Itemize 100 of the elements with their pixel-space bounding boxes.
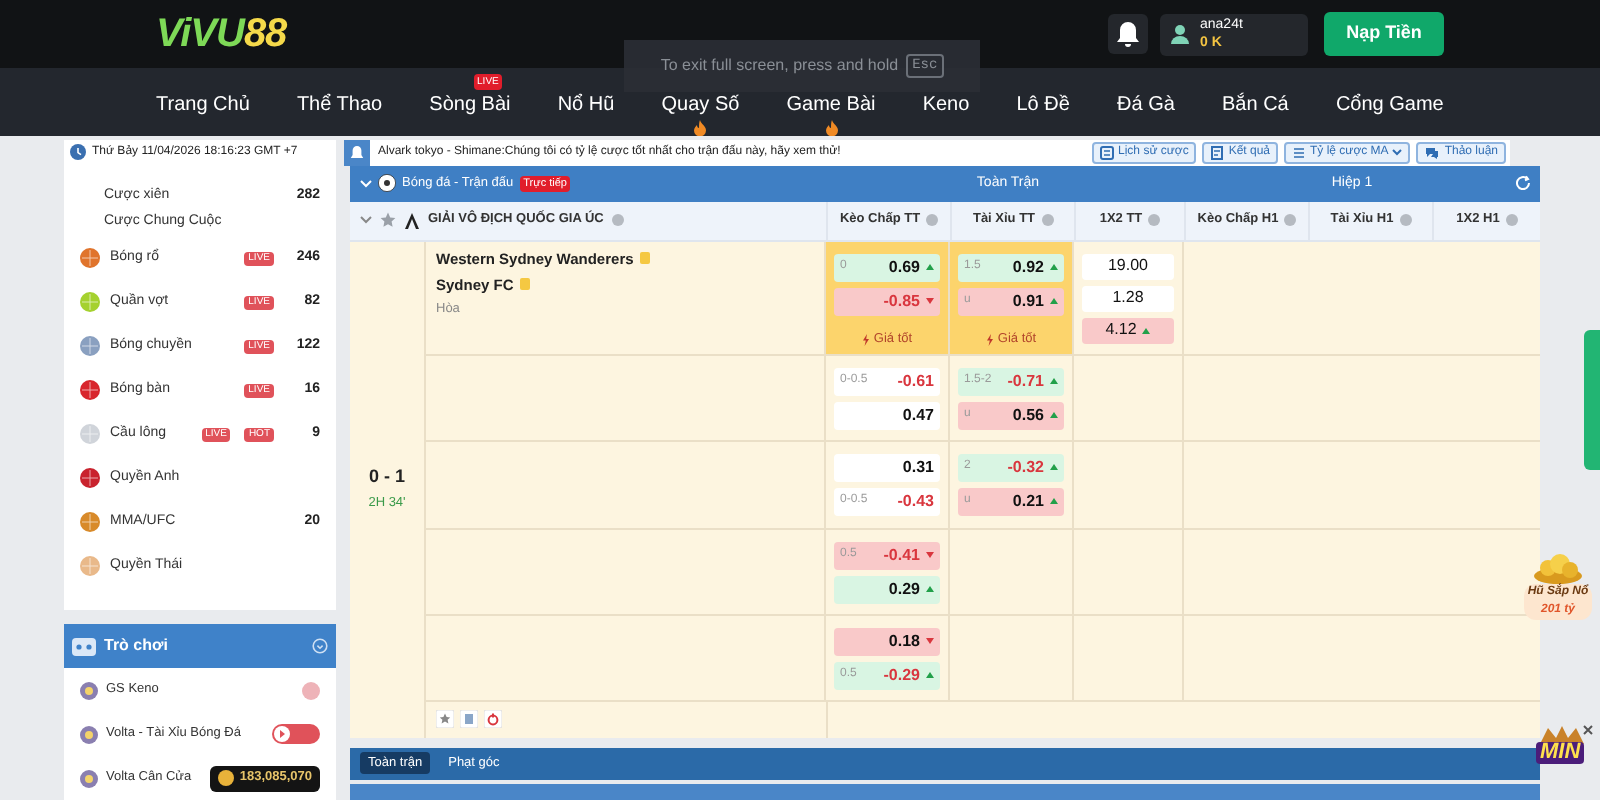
odds-value: 1.28 [1112, 286, 1144, 311]
gamepad-icon [72, 637, 96, 656]
match-score: 0 - 1 [368, 463, 405, 490]
trend-up-icon [1050, 264, 1058, 271]
info-icon [1041, 214, 1054, 227]
odds-value: 0.31 [902, 455, 934, 480]
trend-up-icon [1050, 298, 1058, 305]
coin-icon [217, 770, 234, 786]
odds-value: 0.69 [888, 255, 920, 280]
game-icon [80, 769, 98, 787]
info-icon [1505, 214, 1518, 227]
trend-down-icon [926, 298, 934, 305]
card-icon [639, 252, 650, 265]
nav-item[interactable]: Sòng Bài [429, 94, 511, 118]
game-icon [80, 681, 98, 699]
nav-item[interactable]: Bắn Cá [1222, 94, 1289, 118]
card-icon [519, 278, 530, 291]
odds-cell[interactable]: 0.31 [834, 453, 940, 482]
info-icon [926, 214, 939, 227]
star-icon[interactable] [436, 710, 454, 729]
stats-icon[interactable] [460, 710, 478, 729]
caret-icon [1392, 148, 1403, 156]
play-icon[interactable] [272, 724, 320, 744]
odds-value: 0.91 [1012, 289, 1044, 314]
nav-item[interactable]: Keno [922, 94, 970, 118]
empty-cell [1074, 615, 1184, 702]
odds-cell[interactable]: 1.28 [1082, 285, 1174, 312]
lightning-icon [861, 333, 870, 346]
sport-icon [80, 424, 100, 444]
sport-icon [80, 248, 100, 268]
lightning-icon [985, 333, 994, 346]
odds-value: 0.21 [1012, 489, 1044, 514]
games-title: Trò chơi [104, 634, 170, 659]
odds-cell[interactable]: 4.12 [1082, 317, 1174, 344]
ball-icon [378, 174, 396, 193]
trend-down-icon [926, 638, 934, 645]
odds-cell[interactable]: 0.47 [834, 401, 940, 430]
league-logo-icon [404, 211, 420, 230]
trend-up-icon [1050, 378, 1058, 385]
trend-up-icon [1142, 327, 1151, 334]
trend-up-icon [926, 586, 934, 593]
chevron-icon[interactable] [360, 216, 372, 225]
sport-icon [80, 292, 100, 312]
odds-value: -0.32 [1007, 455, 1044, 480]
odds-value: 0.56 [1012, 403, 1044, 428]
trend-up-icon [1050, 412, 1058, 419]
game-icon [80, 725, 98, 743]
trend-up-icon [1050, 498, 1058, 505]
star-icon[interactable] [380, 212, 396, 229]
odds-value: 0.47 [902, 403, 934, 428]
circle-icon [302, 681, 320, 699]
sport-icon [80, 380, 100, 400]
odds-value: 0.29 [888, 577, 920, 602]
coins-icon [1532, 552, 1584, 584]
odds-value: 4.12 [1105, 318, 1137, 343]
trend-down-icon [926, 552, 934, 559]
sport-icon [80, 468, 100, 488]
info-icon [611, 214, 624, 227]
logo-text: ViVU [156, 14, 244, 54]
odds-value: 19.00 [1107, 254, 1149, 279]
info-icon [1399, 214, 1412, 227]
close-icon[interactable] [1582, 724, 1594, 736]
list-icon [1292, 145, 1307, 159]
odds-value: -0.85 [883, 289, 920, 314]
odds-value: -0.61 [897, 369, 934, 394]
power-icon[interactable] [484, 710, 502, 729]
sport-icon [80, 512, 100, 532]
sport-icon [80, 556, 100, 576]
notice-text: To exit full screen, press and hold [660, 54, 899, 78]
nav-item[interactable]: Game Bài [786, 94, 876, 118]
trend-up-icon [1050, 464, 1058, 471]
nav-item[interactable]: Lô Đề [1016, 94, 1070, 118]
nav-item[interactable]: Quay Số [661, 94, 740, 118]
nav-item[interactable]: Đá Gà [1117, 94, 1175, 118]
odds-value: -0.29 [883, 663, 920, 688]
odds-value: 0.18 [888, 629, 920, 654]
mini-game-widget[interactable]: MIN [1520, 724, 1600, 800]
trend-up-icon [926, 672, 934, 679]
document-icon [1210, 145, 1225, 159]
nav-item[interactable]: Thể Thao [296, 94, 383, 118]
refresh-icon[interactable] [1514, 174, 1532, 193]
crown-icon [1536, 724, 1588, 744]
logo-text: 88 [243, 14, 287, 54]
odds-value: -0.71 [1007, 369, 1044, 394]
odds-value: 0.92 [1012, 255, 1044, 280]
list-icon [1100, 145, 1115, 159]
odds-cell[interactable]: 0.29 [834, 575, 940, 604]
odds-value: -0.43 [897, 489, 934, 514]
trend-up-icon [926, 264, 934, 271]
nav-item[interactable]: Trang Chủ [156, 94, 250, 118]
chat-icon [1424, 145, 1441, 159]
mini-game-text: MIN [1536, 742, 1585, 764]
nav-item[interactable]: Cổng Game [1335, 94, 1444, 118]
odds-cell[interactable]: 19.00 [1082, 253, 1174, 280]
bell-icon[interactable] [1108, 14, 1148, 54]
odds-value: -0.41 [883, 543, 920, 568]
info-icon [1148, 214, 1161, 227]
user-icon [1168, 22, 1192, 46]
nav-item[interactable]: Nổ Hũ [557, 94, 615, 118]
odds-cell[interactable]: 0.18 [834, 627, 940, 656]
